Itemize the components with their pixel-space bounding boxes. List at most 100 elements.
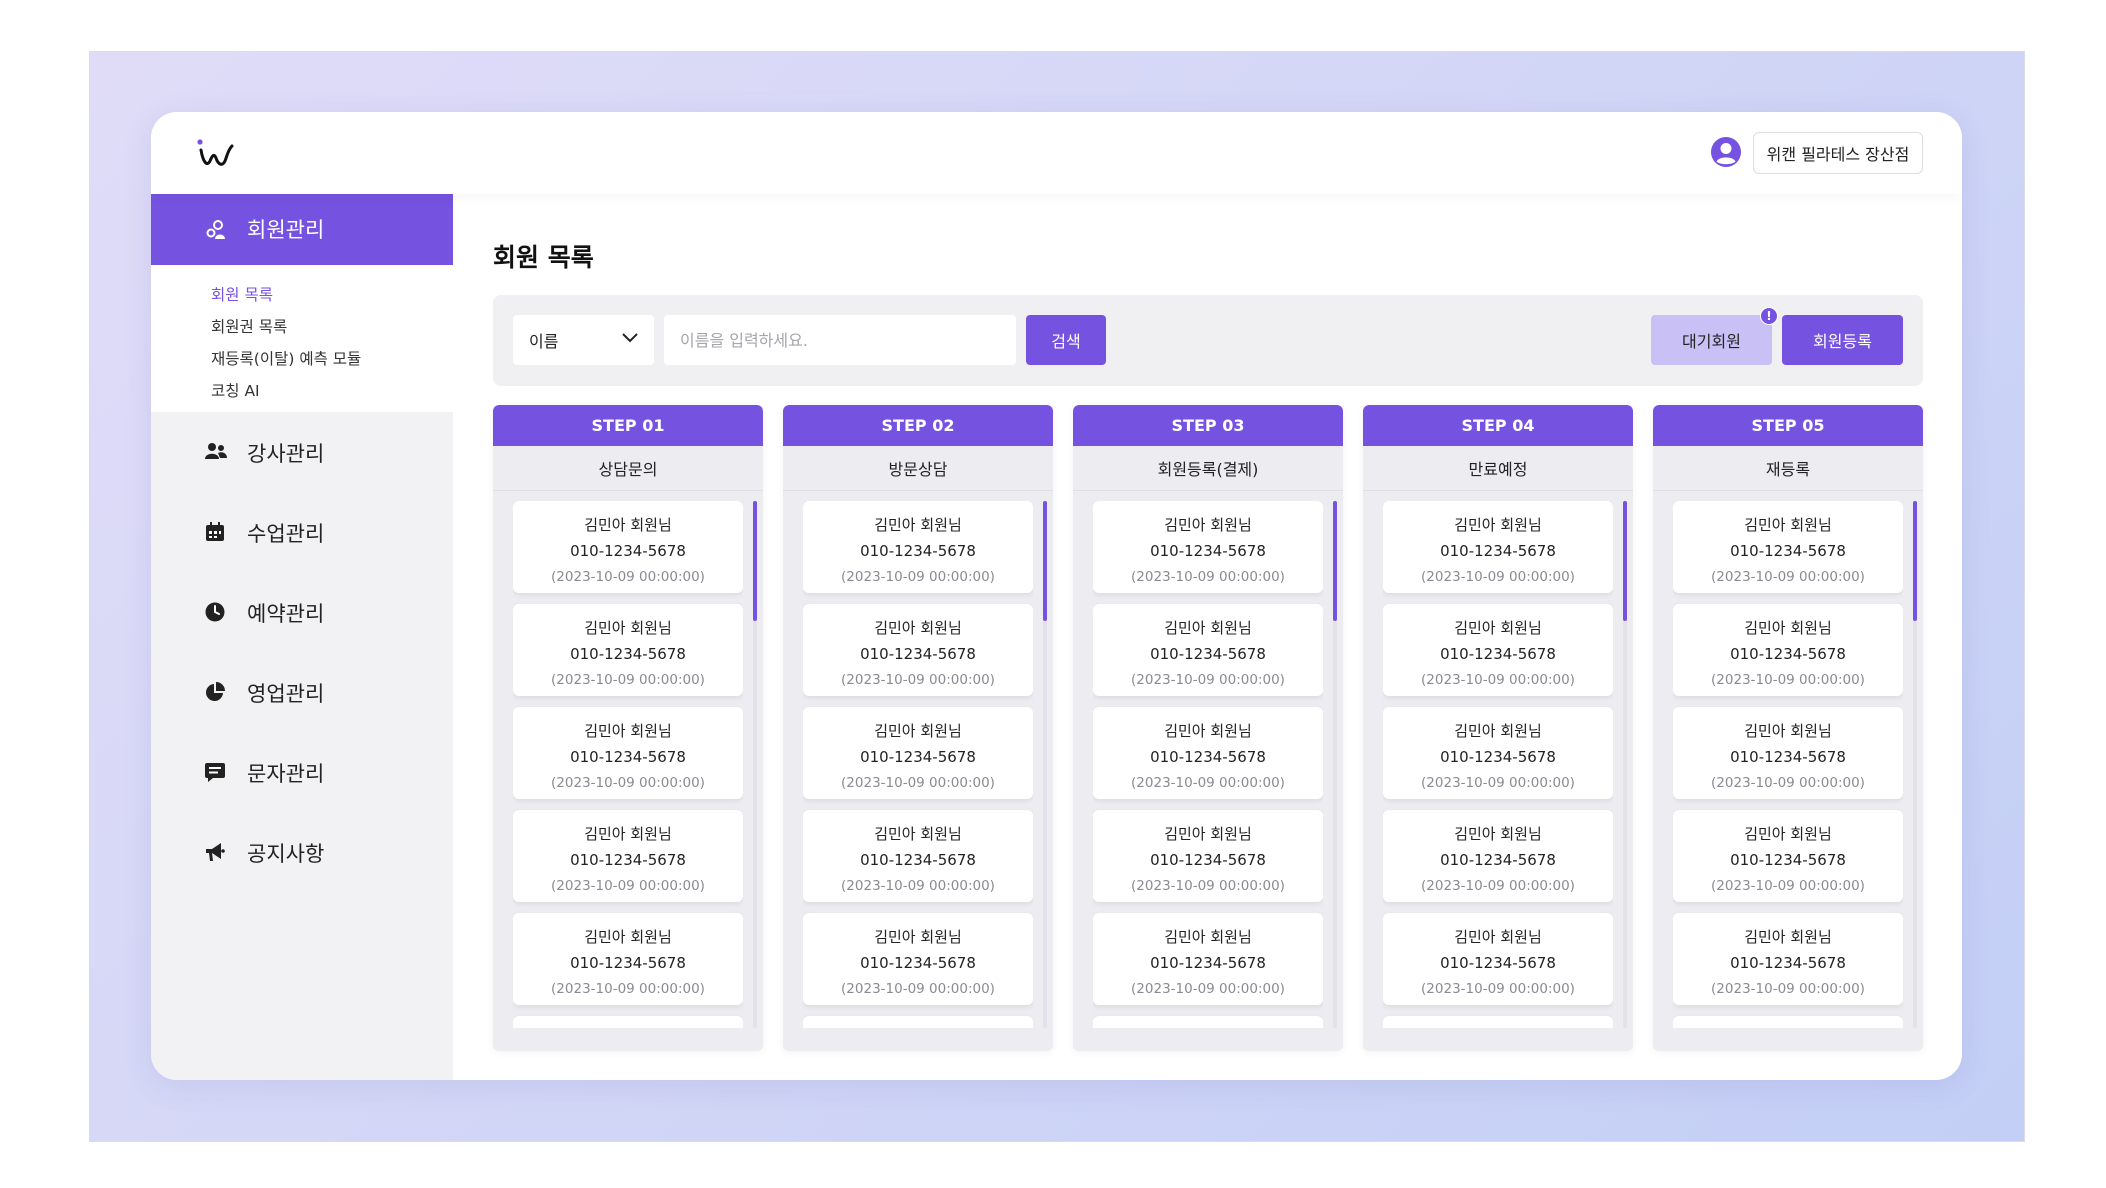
- sidebar-item-members[interactable]: 회원관리: [151, 194, 453, 265]
- column-scrollbar[interactable]: [753, 501, 757, 1028]
- member-phone: 010-1234-5678: [1150, 645, 1266, 663]
- kanban-column: STEP 02 방문상담 김민아 회원님 010-1234-5678 (2023-10-…: [783, 405, 1053, 1051]
- submenu-member-list[interactable]: 회원 목록: [211, 283, 273, 305]
- search-button[interactable]: 검색: [1026, 315, 1106, 365]
- submenu-coaching-ai[interactable]: 코칭 AI: [211, 379, 260, 401]
- member-card[interactable]: 김민아 회원님 010-1234-5678 (2023-10-09 00:00:00…: [803, 707, 1033, 799]
- column-title: 만료예정: [1363, 446, 1633, 491]
- sidebar-item-label: 공지사항: [247, 842, 325, 866]
- member-card[interactable]: 김민아 회원님 010-1234-5678 (2023-10-09 00:00:00…: [1093, 604, 1323, 696]
- member-card[interactable]: 김민아 회원님 010-1234-5678 (2023-10-09 00:00:00…: [513, 707, 743, 799]
- member-name: 김민아 회원님: [1454, 619, 1542, 637]
- member-phone: 010-1234-5678: [1440, 542, 1556, 560]
- waiting-members-button[interactable]: 대기회원: [1651, 315, 1772, 365]
- member-date: (2023-10-09 00:00:00): [1131, 878, 1285, 894]
- member-card[interactable]: [1093, 1016, 1323, 1028]
- member-phone: 010-1234-5678: [570, 851, 686, 869]
- member-card[interactable]: 김민아 회원님 010-1234-5678 (2023-10-09 00:00:00…: [1093, 810, 1323, 902]
- wecan-logo-icon[interactable]: [195, 134, 235, 174]
- member-phone: 010-1234-5678: [570, 954, 686, 972]
- member-date: (2023-10-09 00:00:00): [1711, 569, 1865, 585]
- member-card[interactable]: [1383, 1016, 1613, 1028]
- card-list[interactable]: 김민아 회원님 010-1234-5678 (2023-10-09 00:00:00…: [1093, 501, 1323, 1028]
- column-scrollbar[interactable]: [1913, 501, 1917, 1028]
- register-member-button[interactable]: 회원등록: [1782, 315, 1903, 365]
- member-date: (2023-10-09 00:00:00): [1711, 672, 1865, 688]
- scrollbar-thumb[interactable]: [1043, 501, 1047, 621]
- member-name: 김민아 회원님: [1744, 619, 1832, 637]
- member-card[interactable]: 김민아 회원님 010-1234-5678 (2023-10-09 00:00:00…: [513, 913, 743, 1005]
- scrollbar-thumb[interactable]: [753, 501, 757, 621]
- search-field-select[interactable]: 이름: [513, 315, 654, 365]
- card-list[interactable]: 김민아 회원님 010-1234-5678 (2023-10-09 00:00:00…: [803, 501, 1033, 1028]
- column-step-label: STEP 03: [1073, 405, 1343, 446]
- submenu-membership-list[interactable]: 회원권 목록: [211, 315, 287, 337]
- submenu-churn-prediction[interactable]: 재등록(이탈) 예측 모듈: [211, 347, 361, 369]
- card-list[interactable]: 김민아 회원님 010-1234-5678 (2023-10-09 00:00:00…: [513, 501, 743, 1028]
- column-scrollbar[interactable]: [1333, 501, 1337, 1028]
- member-card[interactable]: 김민아 회원님 010-1234-5678 (2023-10-09 00:00:00…: [513, 604, 743, 696]
- member-card[interactable]: [513, 1016, 743, 1028]
- sidebar-item-notices[interactable]: 공지사항: [151, 828, 453, 878]
- member-card[interactable]: 김민아 회원님 010-1234-5678 (2023-10-09 00:00:00…: [803, 810, 1033, 902]
- member-card[interactable]: 김민아 회원님 010-1234-5678 (2023-10-09 00:00:00…: [513, 501, 743, 593]
- sidebar-item-messages[interactable]: 문자관리: [151, 748, 453, 798]
- scrollbar-thumb[interactable]: [1913, 501, 1917, 621]
- card-list[interactable]: 김민아 회원님 010-1234-5678 (2023-10-09 00:00:00…: [1673, 501, 1903, 1028]
- member-name: 김민아 회원님: [874, 722, 962, 740]
- member-card[interactable]: 김민아 회원님 010-1234-5678 (2023-10-09 00:00:00…: [1673, 501, 1903, 593]
- member-name: 김민아 회원님: [1164, 825, 1252, 843]
- scrollbar-thumb[interactable]: [1333, 501, 1337, 621]
- member-card[interactable]: 김민아 회원님 010-1234-5678 (2023-10-09 00:00:00…: [1383, 810, 1613, 902]
- member-card[interactable]: 김민아 회원님 010-1234-5678 (2023-10-09 00:00:00…: [1383, 707, 1613, 799]
- member-date: (2023-10-09 00:00:00): [1421, 569, 1575, 585]
- kanban-column: STEP 03 회원등록(결제) 김민아 회원님 010-1234-5678 (2023…: [1073, 405, 1343, 1051]
- column-step-label: STEP 05: [1653, 405, 1923, 446]
- sidebar-item-sales[interactable]: 영업관리: [151, 668, 453, 718]
- user-circle-icon[interactable]: [1710, 136, 1742, 168]
- member-phone: 010-1234-5678: [570, 645, 686, 663]
- member-card[interactable]: 김민아 회원님 010-1234-5678 (2023-10-09 00:00:00…: [513, 810, 743, 902]
- member-card[interactable]: 김민아 회원님 010-1234-5678 (2023-10-09 00:00:00…: [1383, 604, 1613, 696]
- member-name: 김민아 회원님: [1454, 516, 1542, 534]
- member-phone: 010-1234-5678: [1150, 748, 1266, 766]
- member-card[interactable]: 김민아 회원님 010-1234-5678 (2023-10-09 00:00:00…: [1383, 913, 1613, 1005]
- member-phone: 010-1234-5678: [570, 542, 686, 560]
- member-card[interactable]: 김민아 회원님 010-1234-5678 (2023-10-09 00:00:00…: [1673, 604, 1903, 696]
- member-card[interactable]: 김민아 회원님 010-1234-5678 (2023-10-09 00:00:00…: [1673, 913, 1903, 1005]
- search-input[interactable]: [664, 315, 1016, 365]
- column-scrollbar[interactable]: [1043, 501, 1047, 1028]
- scrollbar-thumb[interactable]: [1623, 501, 1627, 621]
- branch-selector-button[interactable]: 위캔 필라테스 장산점: [1753, 132, 1923, 174]
- member-card[interactable]: 김민아 회원님 010-1234-5678 (2023-10-09 00:00:00…: [803, 604, 1033, 696]
- member-phone: 010-1234-5678: [860, 954, 976, 972]
- member-date: (2023-10-09 00:00:00): [1711, 775, 1865, 791]
- sidebar-item-instructors[interactable]: 강사관리: [151, 428, 453, 478]
- member-card[interactable]: 김민아 회원님 010-1234-5678 (2023-10-09 00:00:00…: [1383, 501, 1613, 593]
- members-submenu: 회원 목록 회원권 목록 재등록(이탈) 예측 모듈 코칭 AI: [151, 265, 453, 412]
- member-date: (2023-10-09 00:00:00): [551, 672, 705, 688]
- member-card[interactable]: 김민아 회원님 010-1234-5678 (2023-10-09 00:00:00…: [803, 501, 1033, 593]
- member-name: 김민아 회원님: [874, 928, 962, 946]
- member-card[interactable]: 김민아 회원님 010-1234-5678 (2023-10-09 00:00:00…: [803, 913, 1033, 1005]
- member-card[interactable]: [1673, 1016, 1903, 1028]
- sidebar-item-classes[interactable]: 수업관리: [151, 508, 453, 558]
- member-card[interactable]: 김민아 회원님 010-1234-5678 (2023-10-09 00:00:00…: [1093, 707, 1323, 799]
- column-step-label: STEP 04: [1363, 405, 1633, 446]
- member-card[interactable]: 김민아 회원님 010-1234-5678 (2023-10-09 00:00:00…: [1093, 501, 1323, 593]
- member-name: 김민아 회원님: [1744, 825, 1832, 843]
- kanban-column: STEP 05 재등록 김민아 회원님 010-1234-5678 (2023-10-0…: [1653, 405, 1923, 1051]
- member-name: 김민아 회원님: [584, 928, 672, 946]
- member-card[interactable]: 김민아 회원님 010-1234-5678 (2023-10-09 00:00:00…: [1093, 913, 1323, 1005]
- column-step-label: STEP 02: [783, 405, 1053, 446]
- member-date: (2023-10-09 00:00:00): [551, 878, 705, 894]
- member-date: (2023-10-09 00:00:00): [1421, 981, 1575, 997]
- member-card[interactable]: 김민아 회원님 010-1234-5678 (2023-10-09 00:00:00…: [1673, 707, 1903, 799]
- sidebar-item-reservations[interactable]: 예약관리: [151, 588, 453, 638]
- member-phone: 010-1234-5678: [1440, 748, 1556, 766]
- member-date: (2023-10-09 00:00:00): [841, 981, 995, 997]
- member-card[interactable]: 김민아 회원님 010-1234-5678 (2023-10-09 00:00:00…: [1673, 810, 1903, 902]
- card-list[interactable]: 김민아 회원님 010-1234-5678 (2023-10-09 00:00:00…: [1383, 501, 1613, 1028]
- column-scrollbar[interactable]: [1623, 501, 1627, 1028]
- member-card[interactable]: [803, 1016, 1033, 1028]
